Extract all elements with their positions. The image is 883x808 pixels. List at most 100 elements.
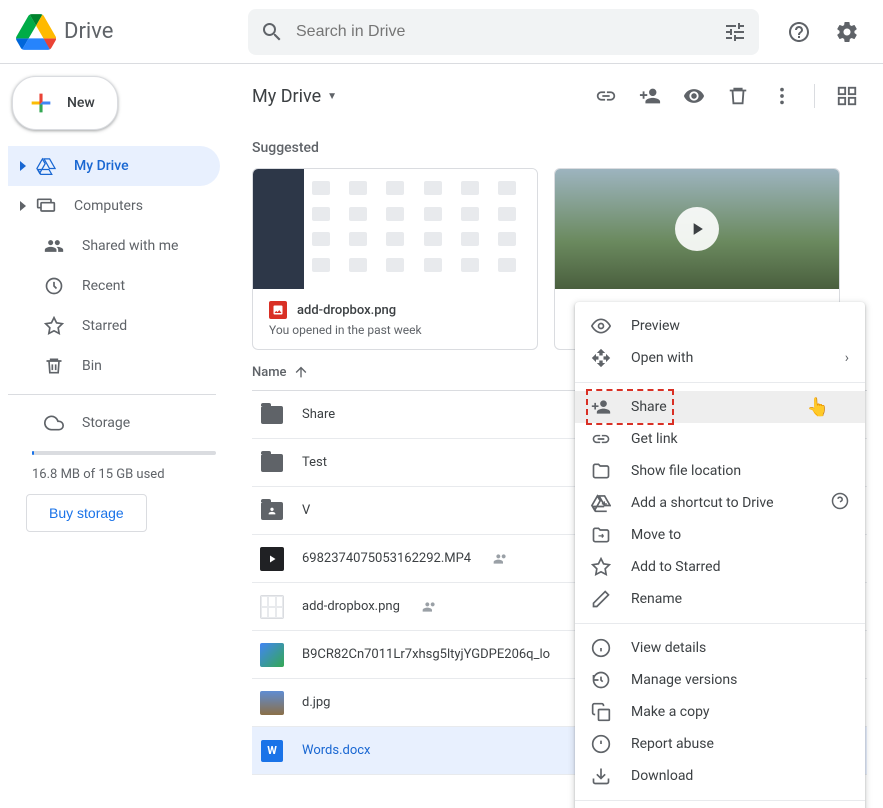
file-name: d.jpg xyxy=(302,695,330,710)
folder-shared-icon xyxy=(260,499,284,523)
menu-label: Report abuse xyxy=(631,736,714,752)
menu-get-link[interactable]: Get link xyxy=(575,423,865,455)
folder-icon xyxy=(260,451,284,475)
name-label: Name xyxy=(252,365,287,380)
card-thumbnail xyxy=(555,169,839,289)
grid-view-button[interactable] xyxy=(827,76,867,116)
cursor-icon: 👆 xyxy=(807,397,829,418)
sidebar-item-shared[interactable]: Shared with me xyxy=(8,226,220,266)
menu-preview[interactable]: Preview xyxy=(575,310,865,342)
menu-share[interactable]: Share 👆 xyxy=(575,391,865,423)
menu-label: Open with xyxy=(631,350,693,366)
card-body: add-dropbox.png You opened in the past w… xyxy=(253,289,537,349)
menu-download[interactable]: Download xyxy=(575,760,865,792)
computers-icon xyxy=(36,196,56,216)
star-icon xyxy=(44,316,64,336)
help-button[interactable] xyxy=(779,12,819,52)
trash-icon xyxy=(44,356,64,376)
copy-icon xyxy=(591,702,611,722)
cloud-icon xyxy=(44,413,64,433)
menu-label: Add to Starred xyxy=(631,559,720,575)
suggested-card[interactable]: add-dropbox.png You opened in the past w… xyxy=(252,168,538,350)
open-with-icon xyxy=(591,348,611,368)
folder-icon xyxy=(260,403,284,427)
menu-view-details[interactable]: View details xyxy=(575,632,865,664)
menu-label: Share xyxy=(631,399,667,415)
link-icon xyxy=(595,85,617,107)
header-actions xyxy=(759,12,867,52)
file-name: V xyxy=(302,503,310,518)
sidebar-item-computers[interactable]: Computers xyxy=(8,186,220,226)
pencil-icon xyxy=(591,589,611,609)
expand-icon[interactable] xyxy=(20,161,26,171)
help-icon[interactable] xyxy=(831,492,849,514)
storage-meter xyxy=(32,451,216,455)
gear-icon xyxy=(835,20,859,44)
sidebar-item-label: Recent xyxy=(82,278,125,294)
more-button[interactable] xyxy=(762,76,802,116)
file-name: add-dropbox.png xyxy=(302,599,400,614)
trash-icon xyxy=(727,85,749,107)
new-button[interactable]: New xyxy=(12,76,118,130)
card-title-text: add-dropbox.png xyxy=(297,303,396,318)
toolbar xyxy=(586,76,867,116)
logo[interactable]: Drive xyxy=(16,12,248,52)
tune-icon[interactable] xyxy=(723,20,747,44)
menu-label: Move to xyxy=(631,527,681,543)
sidebar: New My Drive Computers Shared with me Re… xyxy=(0,64,232,808)
sidebar-item-my-drive[interactable]: My Drive xyxy=(8,146,220,186)
delete-button[interactable] xyxy=(718,76,758,116)
person-add-icon xyxy=(639,85,661,107)
drive-logo-icon xyxy=(16,12,56,52)
file-name: Words.docx xyxy=(302,743,371,758)
menu-move-to[interactable]: Move to xyxy=(575,519,865,551)
file-name: B9CR82Cn7011Lr7xhsg5ltyjYGDPE206q_lo xyxy=(302,647,550,662)
file-name: Test xyxy=(302,455,327,470)
sidebar-item-recent[interactable]: Recent xyxy=(8,266,220,306)
sidebar-item-label: My Drive xyxy=(74,158,129,174)
header: Drive xyxy=(0,0,883,64)
menu-add-starred[interactable]: Add to Starred xyxy=(575,551,865,583)
buy-storage-button[interactable]: Buy storage xyxy=(26,494,147,532)
menu-show-location[interactable]: Show file location xyxy=(575,455,865,487)
share-button[interactable] xyxy=(630,76,670,116)
menu-make-copy[interactable]: Make a copy xyxy=(575,696,865,728)
context-menu: Preview Open with › Share 👆 Get link Sho… xyxy=(575,302,865,808)
expand-icon[interactable] xyxy=(20,201,26,211)
image-icon xyxy=(260,595,284,619)
more-vert-icon xyxy=(771,85,793,107)
preview-button[interactable] xyxy=(674,76,714,116)
storage-text: 16.8 MB of 15 GB used xyxy=(8,463,232,494)
report-icon xyxy=(591,734,611,754)
menu-label: Add a shortcut to Drive xyxy=(631,495,774,511)
sidebar-item-starred[interactable]: Starred xyxy=(8,306,220,346)
menu-report-abuse[interactable]: Report abuse xyxy=(575,728,865,760)
menu-manage-versions[interactable]: Manage versions xyxy=(575,664,865,696)
image-icon xyxy=(260,691,284,715)
divider xyxy=(575,623,865,624)
menu-label: View details xyxy=(631,640,706,656)
file-name: 6982374075053162292.MP4 xyxy=(302,551,471,566)
clock-icon xyxy=(44,276,64,296)
new-button-label: New xyxy=(67,95,95,111)
search-bar[interactable] xyxy=(248,9,759,55)
settings-button[interactable] xyxy=(827,12,867,52)
menu-rename[interactable]: Rename xyxy=(575,583,865,615)
chevron-right-icon: › xyxy=(845,350,849,366)
menu-open-with[interactable]: Open with › xyxy=(575,342,865,374)
sort-asc-icon xyxy=(293,364,309,380)
path-title[interactable]: My Drive ▼ xyxy=(252,86,337,107)
sidebar-item-storage[interactable]: Storage xyxy=(8,403,220,443)
menu-add-shortcut[interactable]: Add a shortcut to Drive xyxy=(575,487,865,519)
info-icon xyxy=(591,638,611,658)
get-link-button[interactable] xyxy=(586,76,626,116)
link-icon xyxy=(591,429,611,449)
main: New My Drive Computers Shared with me Re… xyxy=(0,64,883,808)
search-input[interactable] xyxy=(296,23,715,41)
word-icon: W xyxy=(260,739,284,763)
content: My Drive ▼ Suggested xyxy=(232,64,883,808)
sidebar-item-label: Computers xyxy=(74,198,143,214)
image-icon xyxy=(269,301,287,319)
menu-label: Manage versions xyxy=(631,672,737,688)
sidebar-item-bin[interactable]: Bin xyxy=(8,346,220,386)
